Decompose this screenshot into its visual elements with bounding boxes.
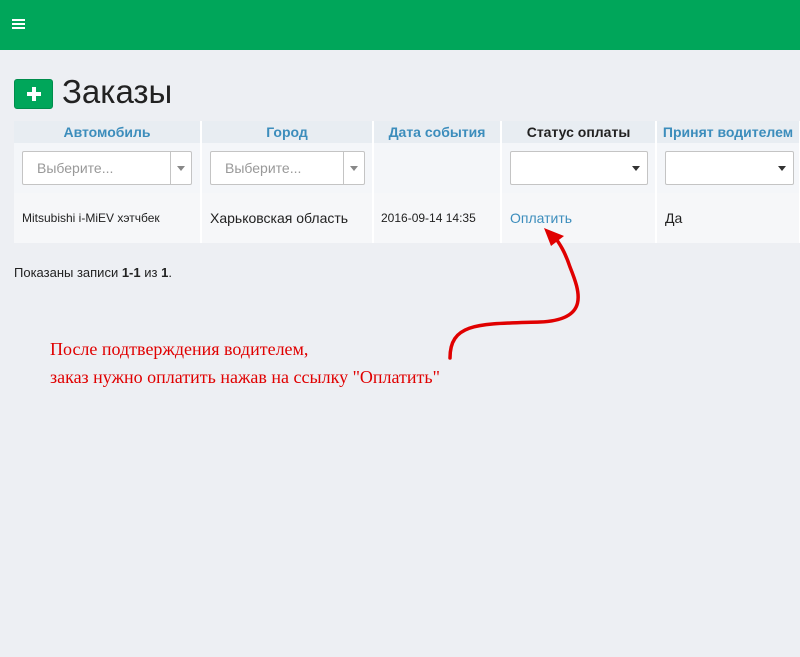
chevron-down-icon bbox=[177, 166, 185, 171]
city-filter-select[interactable]: Выберите... bbox=[210, 151, 365, 185]
plus-icon bbox=[27, 87, 41, 101]
annotation-line-2: заказ нужно оплатить нажав на ссылку "Оп… bbox=[50, 367, 440, 387]
page-title: Заказы bbox=[62, 73, 173, 110]
sort-link-accepted[interactable]: Принят водителем bbox=[663, 124, 793, 140]
filter-cell-accepted bbox=[656, 143, 800, 193]
sort-link-city[interactable]: Город bbox=[266, 124, 308, 140]
car-filter-dropdown-toggle[interactable] bbox=[170, 152, 191, 184]
summary-suffix: . bbox=[168, 265, 172, 280]
hamburger-menu-icon[interactable] bbox=[12, 17, 26, 31]
top-navbar bbox=[0, 0, 800, 50]
orders-table: Автомобиль Город Дата события Статус опл… bbox=[14, 121, 800, 243]
table-header-row: Автомобиль Город Дата события Статус опл… bbox=[14, 121, 800, 143]
column-header-payment-status: Статус оплаты bbox=[501, 121, 657, 143]
instruction-annotation: После подтверждения водителем, заказ нуж… bbox=[50, 335, 440, 391]
cell-city: Харьковская область bbox=[201, 193, 374, 243]
annotation-line-1: После подтверждения водителем, bbox=[50, 339, 309, 359]
chevron-down-icon bbox=[632, 166, 640, 171]
summary-prefix: Показаны записи bbox=[14, 265, 122, 280]
chevron-down-icon bbox=[350, 166, 358, 171]
car-filter-placeholder: Выберите... bbox=[37, 160, 114, 176]
column-header-accepted: Принят водителем bbox=[656, 121, 800, 143]
filter-cell-city: Выберите... bbox=[201, 143, 374, 193]
column-header-date: Дата события bbox=[373, 121, 502, 143]
cell-car: Mitsubishi i-MiEV хэтчбек bbox=[14, 193, 202, 243]
filter-cell-payment-status bbox=[501, 143, 657, 193]
filter-cell-date bbox=[373, 143, 502, 193]
filter-cell-car: Выберите... bbox=[14, 143, 202, 193]
column-header-city: Город bbox=[201, 121, 374, 143]
accepted-filter-select[interactable] bbox=[665, 151, 794, 185]
column-header-car: Автомобиль bbox=[14, 121, 202, 143]
city-filter-placeholder: Выберите... bbox=[225, 160, 302, 176]
annotation-arrow-icon bbox=[448, 228, 580, 360]
records-summary: Показаны записи 1-1 из 1. bbox=[14, 265, 172, 280]
table-row: Mitsubishi i-MiEV хэтчбек Харьковская об… bbox=[14, 193, 800, 243]
chevron-down-icon bbox=[778, 166, 786, 171]
sort-link-car[interactable]: Автомобиль bbox=[63, 124, 150, 140]
add-order-button[interactable] bbox=[14, 79, 53, 109]
city-filter-dropdown-toggle[interactable] bbox=[343, 152, 364, 184]
cell-accepted: Да bbox=[656, 193, 800, 243]
sort-link-date[interactable]: Дата события bbox=[389, 124, 486, 140]
car-filter-select[interactable]: Выберите... bbox=[22, 151, 192, 185]
summary-middle: из bbox=[140, 265, 162, 280]
filter-row: Выберите... Выберите... bbox=[14, 143, 800, 193]
summary-range: 1-1 bbox=[121, 265, 141, 280]
payment-status-filter-select[interactable] bbox=[510, 151, 648, 185]
